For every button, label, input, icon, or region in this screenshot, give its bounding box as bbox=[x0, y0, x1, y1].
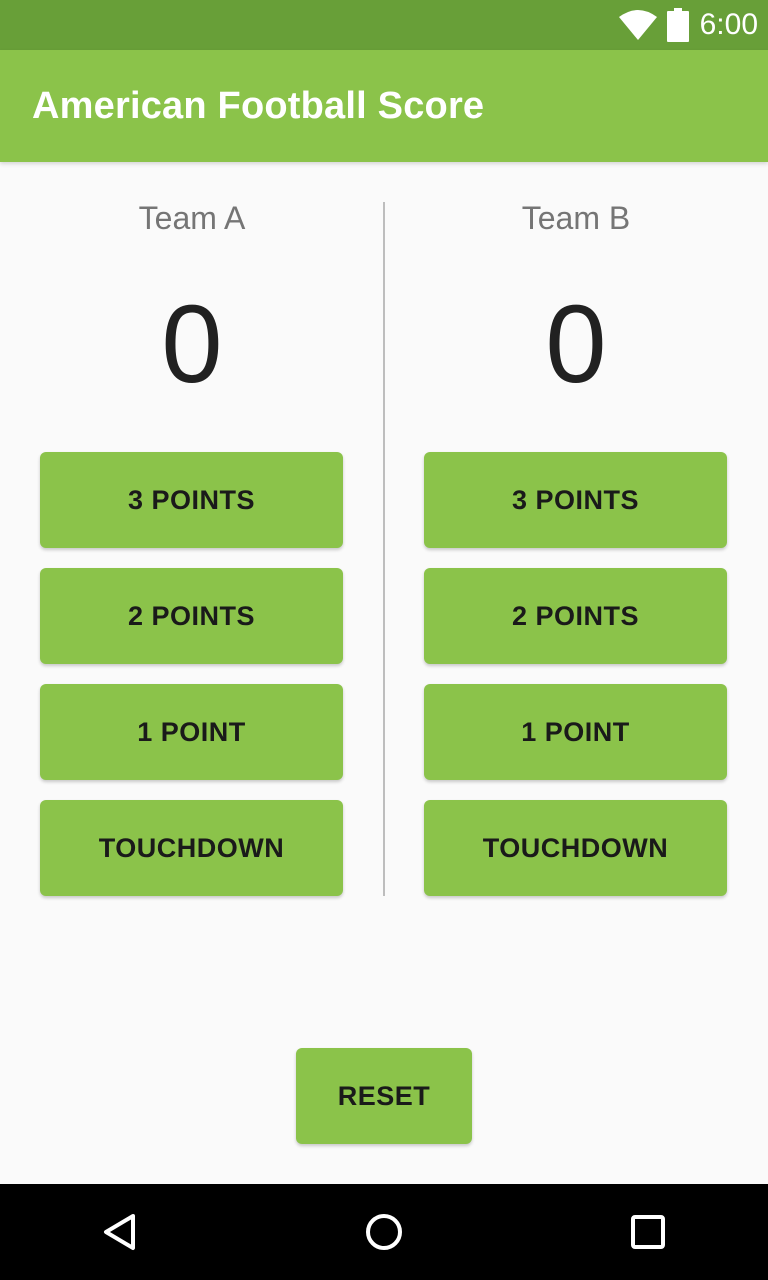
reset-button[interactable]: RESET bbox=[296, 1048, 472, 1144]
status-time: 6:00 bbox=[699, 8, 758, 41]
team-a-column: Team A 0 3 POINTS 2 POINTS 1 POINT TOUCH… bbox=[0, 162, 384, 902]
team-b-column: Team B 0 3 POINTS 2 POINTS 1 POINT TOUCH… bbox=[384, 162, 768, 902]
app-title: American Football Score bbox=[32, 84, 485, 127]
team-a-name: Team A bbox=[138, 200, 246, 236]
wifi-icon bbox=[618, 10, 657, 40]
back-triangle-icon bbox=[104, 1214, 135, 1250]
recents-square-icon bbox=[631, 1215, 665, 1249]
team-a-touchdown-button[interactable]: TOUCHDOWN bbox=[40, 800, 343, 896]
team-b-score: 0 bbox=[545, 283, 607, 406]
battery-icon bbox=[666, 8, 689, 42]
team-b-name: Team B bbox=[521, 200, 631, 236]
nav-back-button[interactable] bbox=[94, 1206, 146, 1258]
team-b-touchdown-button[interactable]: TOUCHDOWN bbox=[424, 800, 727, 896]
app-bar: American Football Score bbox=[0, 50, 768, 162]
nav-home-button[interactable] bbox=[358, 1206, 410, 1258]
team-b-2-points-button[interactable]: 2 POINTS bbox=[424, 568, 727, 664]
main-content: Team A 0 3 POINTS 2 POINTS 1 POINT TOUCH… bbox=[0, 162, 768, 1184]
team-b-3-points-button[interactable]: 3 POINTS bbox=[424, 452, 727, 548]
team-a-1-point-button[interactable]: 1 POINT bbox=[40, 684, 343, 780]
team-a-3-points-button[interactable]: 3 POINTS bbox=[40, 452, 343, 548]
nav-recents-button[interactable] bbox=[622, 1206, 674, 1258]
status-bar: 6:00 bbox=[0, 0, 768, 50]
team-a-score: 0 bbox=[161, 283, 223, 406]
team-b-1-point-button[interactable]: 1 POINT bbox=[424, 684, 727, 780]
navigation-bar bbox=[0, 1184, 768, 1280]
team-a-2-points-button[interactable]: 2 POINTS bbox=[40, 568, 343, 664]
home-circle-icon bbox=[366, 1214, 402, 1250]
